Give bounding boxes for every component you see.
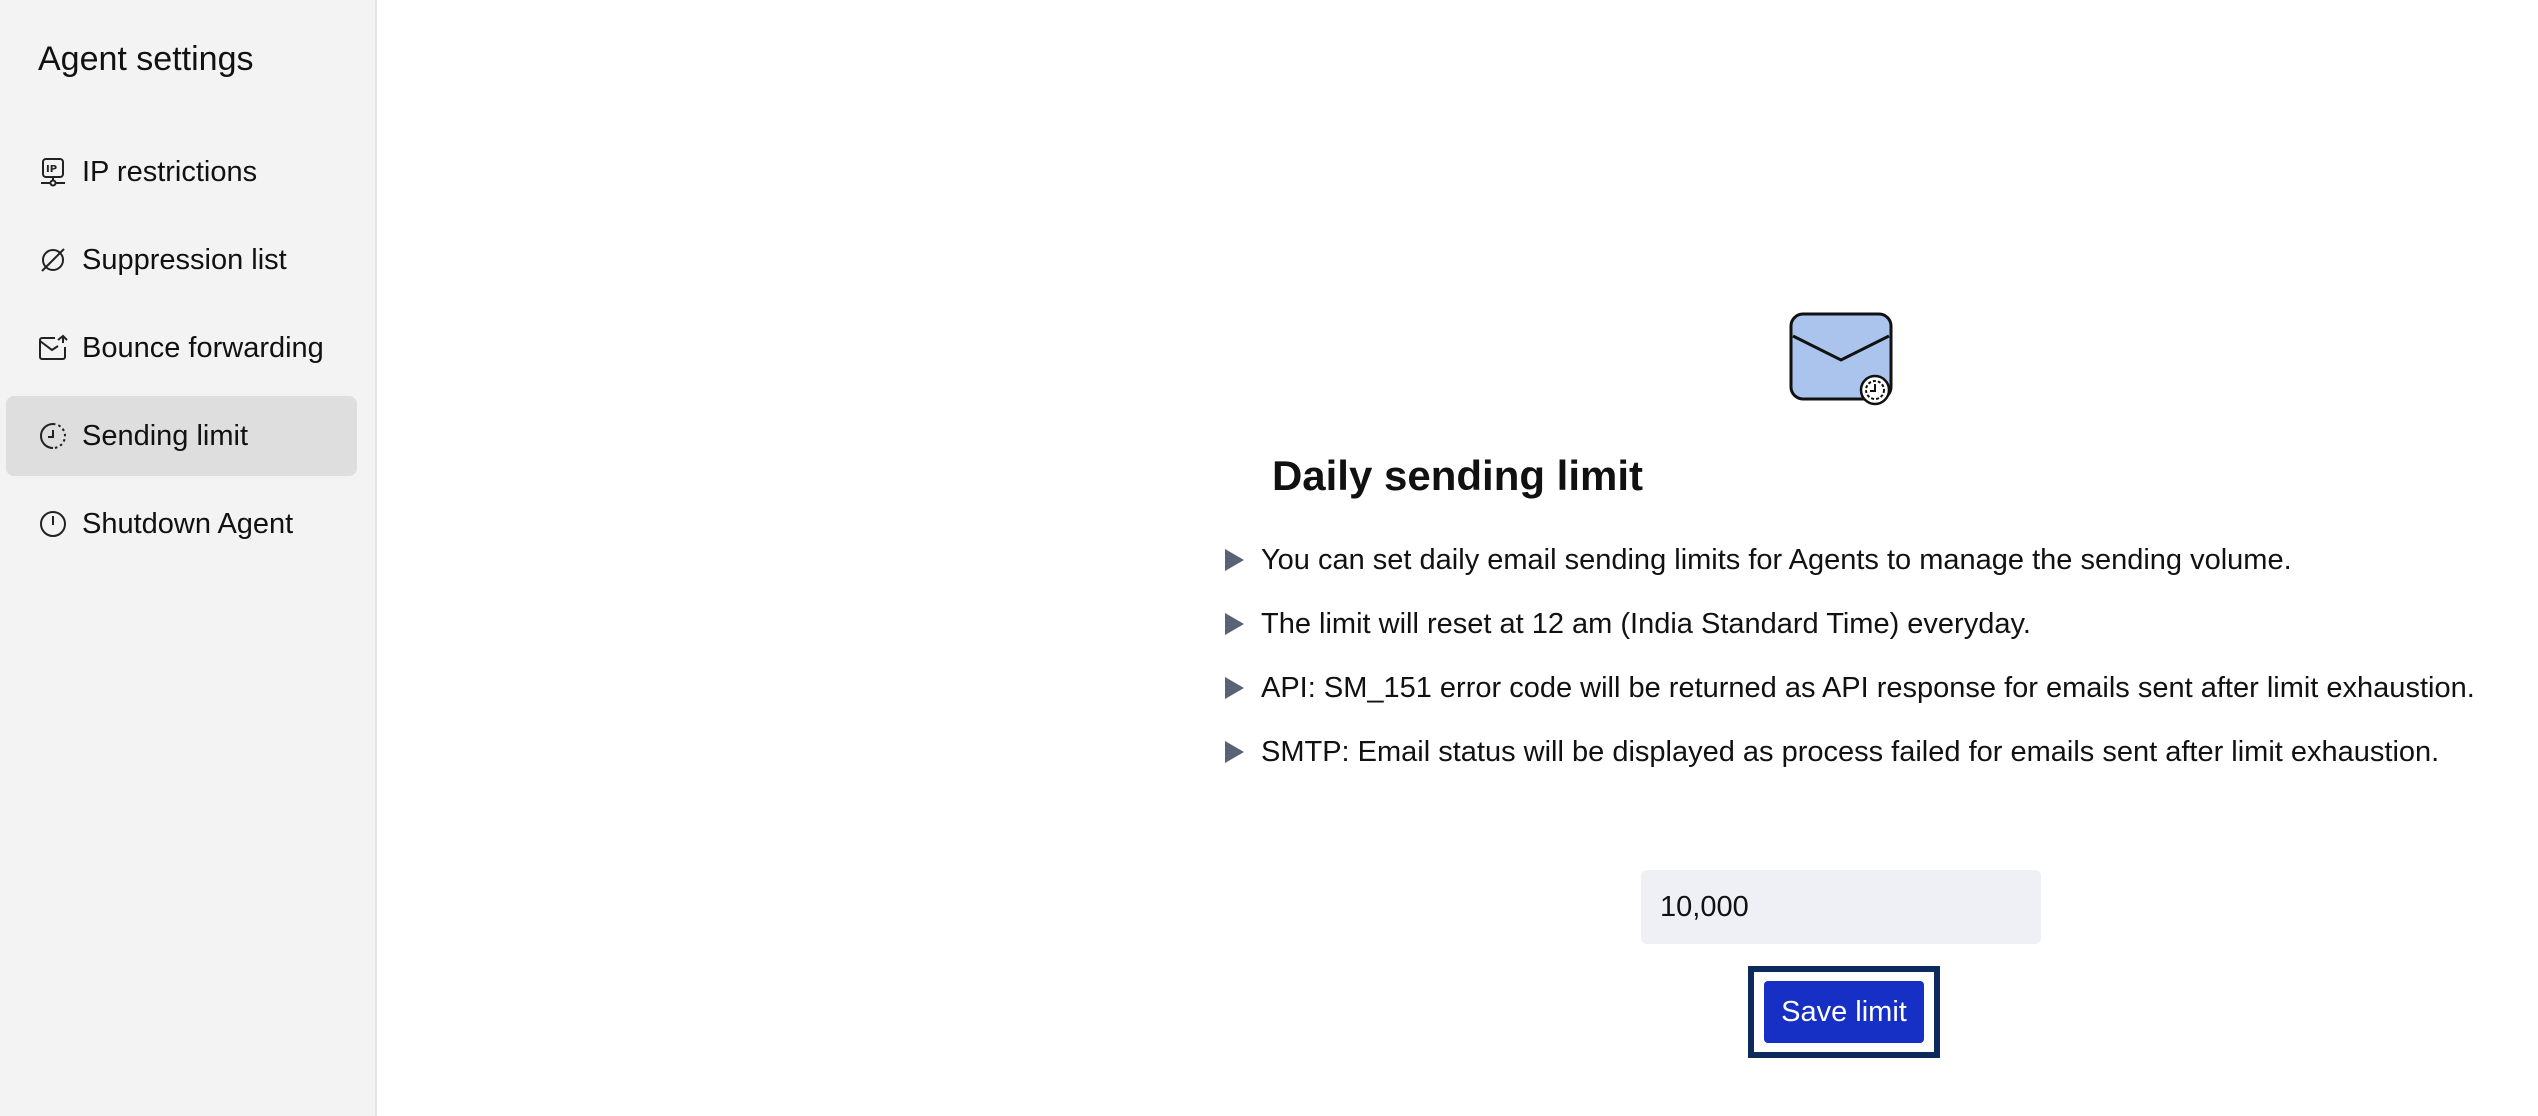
triangle-bullet-icon bbox=[1225, 677, 1244, 699]
triangle-bullet-icon bbox=[1225, 613, 1244, 635]
list-item: You can set daily email sending limits f… bbox=[1223, 528, 2475, 592]
list-item: API: SM_151 error code will be returned … bbox=[1223, 656, 2475, 720]
list-item-text: SMTP: Email status will be displayed as … bbox=[1261, 735, 2440, 768]
info-list: You can set daily email sending limits f… bbox=[1223, 528, 2475, 784]
list-item-text: You can set daily email sending limits f… bbox=[1261, 543, 2292, 576]
main-content: Daily sending limit You can set daily em… bbox=[377, 0, 2538, 1116]
sidebar-item-label: Shutdown Agent bbox=[82, 507, 294, 540]
app-window: Agent settings IP IP restrictions Suppre… bbox=[0, 0, 2538, 1116]
sidebar-item-label: Sending limit bbox=[82, 419, 249, 452]
sidebar-nav: IP IP restrictions Suppression list Boun… bbox=[0, 132, 375, 564]
svg-text:IP: IP bbox=[46, 164, 57, 175]
save-button-focus-ring: Save limit bbox=[1748, 966, 1940, 1058]
sending-limit-input[interactable] bbox=[1641, 870, 2041, 944]
sidebar-item-label: Suppression list bbox=[82, 243, 287, 276]
list-item-text: The limit will reset at 12 am (India Sta… bbox=[1261, 607, 2031, 640]
sidebar-item-label: IP restrictions bbox=[82, 155, 258, 188]
bounce-forward-icon bbox=[36, 331, 70, 365]
power-icon bbox=[36, 507, 70, 541]
sidebar-item-shutdown-agent[interactable]: Shutdown Agent bbox=[6, 484, 357, 564]
sidebar-item-suppression-list[interactable]: Suppression list bbox=[6, 220, 357, 300]
page-title: Daily sending limit bbox=[377, 452, 2538, 500]
list-item: SMTP: Email status will be displayed as … bbox=[1223, 720, 2475, 784]
sidebar: Agent settings IP IP restrictions Suppre… bbox=[0, 0, 377, 1116]
sidebar-title: Agent settings bbox=[38, 40, 254, 78]
sending-limit-icon bbox=[36, 419, 70, 453]
suppression-icon bbox=[36, 243, 70, 277]
triangle-bullet-icon bbox=[1225, 549, 1244, 571]
envelope-clock-icon bbox=[1785, 308, 1895, 408]
list-item-text: API: SM_151 error code will be returned … bbox=[1261, 671, 2475, 704]
page-title-text: Daily sending limit bbox=[1271, 452, 1644, 499]
list-item: The limit will reset at 12 am (India Sta… bbox=[1223, 592, 2475, 656]
save-limit-button[interactable]: Save limit bbox=[1764, 981, 1924, 1043]
sidebar-item-sending-limit[interactable]: Sending limit bbox=[6, 396, 357, 476]
sidebar-item-bounce-forwarding[interactable]: Bounce forwarding bbox=[6, 308, 357, 388]
sidebar-item-ip-restrictions[interactable]: IP IP restrictions bbox=[6, 132, 357, 212]
triangle-bullet-icon bbox=[1225, 741, 1244, 763]
ip-icon: IP bbox=[36, 155, 70, 189]
sidebar-item-label: Bounce forwarding bbox=[82, 331, 324, 364]
